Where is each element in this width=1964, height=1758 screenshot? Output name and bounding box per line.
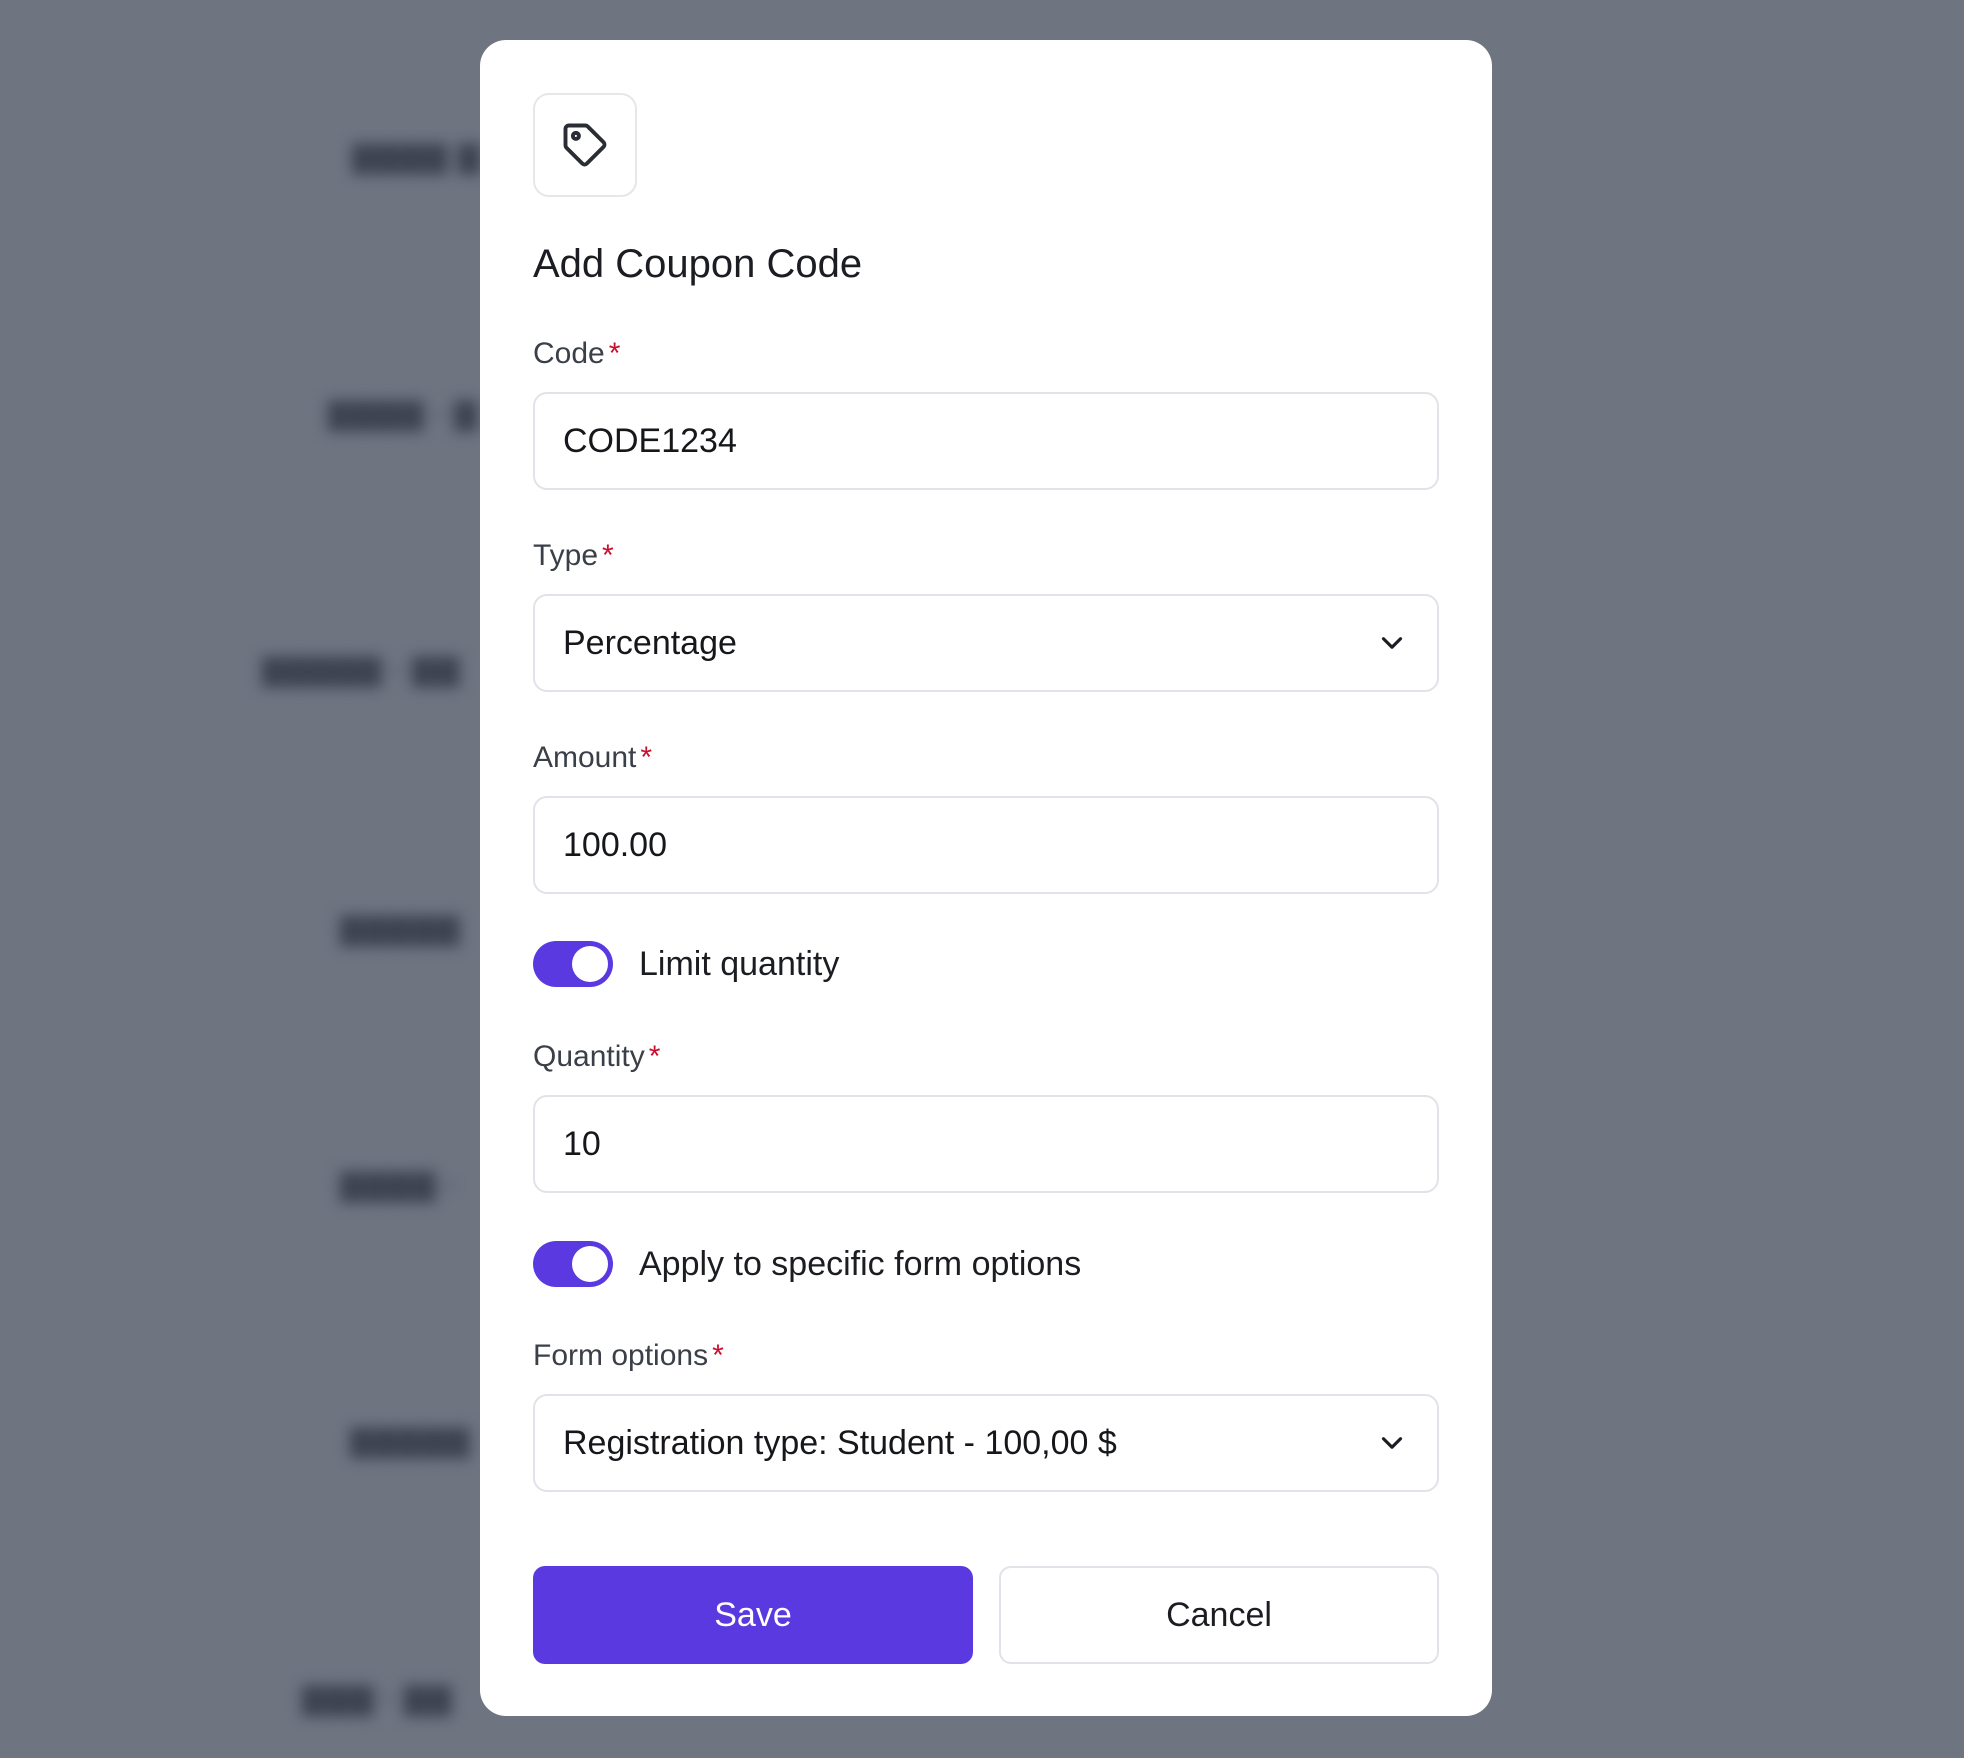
toggle-knob <box>572 1246 608 1282</box>
limit-quantity-row: Limit quantity <box>533 940 839 988</box>
quantity-label-text: Quantity <box>533 1040 645 1073</box>
amount-label: Amount * <box>533 740 652 776</box>
quantity-input-value: 10 <box>563 1124 601 1163</box>
quantity-label: Quantity * <box>533 1039 660 1075</box>
type-label: Type * <box>533 538 614 574</box>
required-mark: * <box>640 741 653 774</box>
type-select[interactable]: Percentage <box>533 594 1439 692</box>
required-mark: * <box>608 337 621 370</box>
type-select-value: Percentage <box>563 623 737 662</box>
code-label: Code * <box>533 336 620 372</box>
background-row: ▇▇▇ · ▇▇ <box>302 1683 453 1716</box>
background-row: ▇▇▇▇▇ <box>340 913 461 946</box>
required-mark: * <box>712 1339 724 1372</box>
required-mark: * <box>648 1040 661 1073</box>
cancel-button[interactable]: Cancel <box>999 1566 1439 1664</box>
save-button[interactable]: Save <box>533 1566 973 1664</box>
amount-label-text: Amount <box>533 741 637 774</box>
code-label-text: Code <box>533 337 605 370</box>
background-row: ▇▇▇▇ · ▇ <box>328 398 479 431</box>
add-coupon-modal: Add Coupon Code Code * CODE1234 Type * Per… <box>480 40 1492 1716</box>
type-label-text: Type <box>533 539 599 572</box>
form-options-select[interactable]: Registration type: Student - 100,00 $ <box>533 1394 1439 1492</box>
apply-specific-row: Apply to specific form options <box>533 1240 1081 1288</box>
background-row: ▇▇▇▇▇ · ▇▇ <box>262 654 461 687</box>
tag-icon <box>533 93 637 197</box>
background-row: ▇▇▇▇ · <box>340 1169 457 1202</box>
limit-quantity-toggle[interactable] <box>533 941 613 987</box>
toggle-knob <box>572 946 608 982</box>
form-options-select-value: Registration type: Student - 100,00 $ <box>563 1423 1117 1462</box>
chevron-down-icon <box>1381 1437 1403 1449</box>
form-options-label: Form options * <box>533 1338 724 1374</box>
code-input[interactable]: CODE1234 <box>533 392 1439 490</box>
apply-specific-toggle[interactable] <box>533 1241 613 1287</box>
limit-quantity-label: Limit quantity <box>639 944 840 983</box>
code-input-value: CODE1234 <box>563 421 737 460</box>
amount-input[interactable]: 100.00 <box>533 796 1439 894</box>
background-row: ▇▇▇▇ ▇ <box>352 141 482 174</box>
apply-specific-label: Apply to specific form options <box>639 1244 1082 1283</box>
modal-title: Add Coupon Code <box>533 242 863 286</box>
form-options-label-text: Form options <box>533 1339 709 1372</box>
chevron-down-icon <box>1381 637 1403 649</box>
quantity-input[interactable]: 10 <box>533 1095 1439 1193</box>
background-row: ▇▇▇▇▇ <box>350 1425 471 1458</box>
required-mark: * <box>602 539 614 572</box>
amount-input-value: 100.00 <box>563 825 667 864</box>
